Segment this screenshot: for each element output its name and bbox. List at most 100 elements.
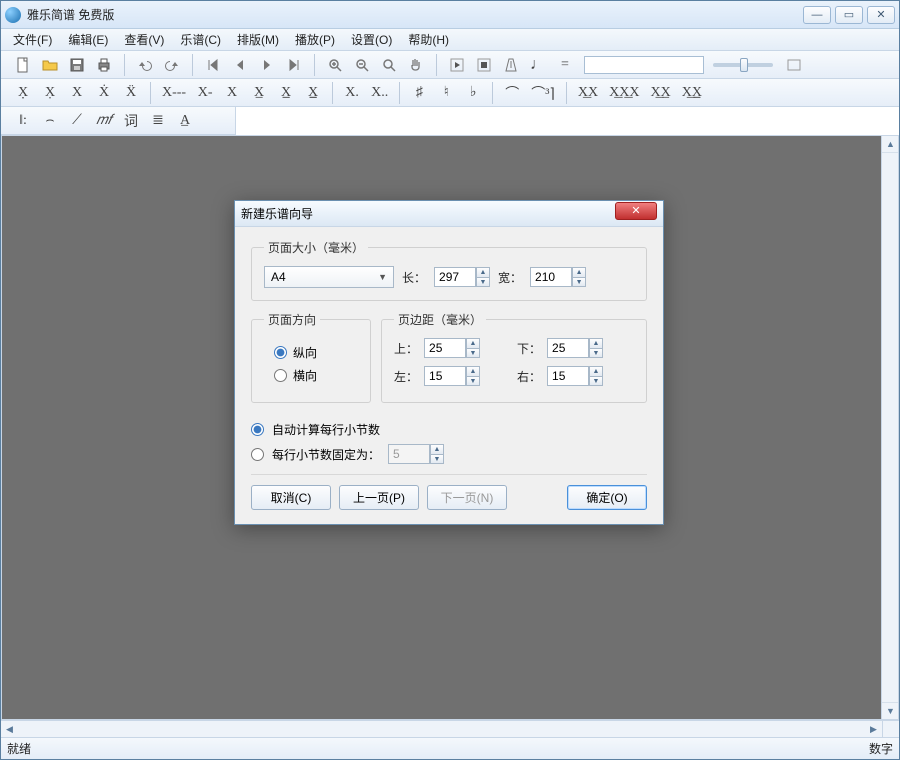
- nav-next-button[interactable]: [255, 54, 279, 76]
- print-button[interactable]: [92, 54, 116, 76]
- spin-down-icon[interactable]: ▼: [430, 454, 444, 464]
- note-tool-0[interactable]: X̣̣: [11, 82, 35, 104]
- margin-top-input[interactable]: [424, 338, 466, 358]
- note-tool-15[interactable]: ♭: [461, 82, 485, 104]
- metronome-button[interactable]: [499, 54, 523, 76]
- extra-tool-1[interactable]: ⌢: [38, 110, 62, 132]
- extra-tool-3[interactable]: 𝑚𝑓: [92, 110, 116, 132]
- note-tool-1[interactable]: X̣: [38, 82, 62, 104]
- nav-last-button[interactable]: [282, 54, 306, 76]
- pan-button[interactable]: [404, 54, 428, 76]
- undo-button[interactable]: [133, 54, 157, 76]
- margin-right-spinner[interactable]: ▲▼: [547, 366, 634, 386]
- spin-up-icon[interactable]: ▲: [466, 366, 480, 376]
- titlebar[interactable]: 雅乐简谱 免费版 — ▭ ✕: [1, 1, 899, 29]
- length-input[interactable]: [434, 267, 476, 287]
- spin-up-icon[interactable]: ▲: [430, 444, 444, 454]
- note-tool-11[interactable]: X.: [340, 82, 364, 104]
- landscape-radio-input[interactable]: [274, 369, 287, 382]
- extra-tool-5[interactable]: ≣: [146, 110, 170, 132]
- zoom-in-button[interactable]: [323, 54, 347, 76]
- extra-tool-4[interactable]: 词: [119, 110, 143, 132]
- extra-tool-2[interactable]: ⟋: [65, 110, 89, 132]
- scroll-left-icon[interactable]: ◀: [1, 721, 18, 738]
- margin-left-spinner[interactable]: ▲▼: [424, 366, 511, 386]
- open-file-button[interactable]: [38, 54, 62, 76]
- dialog-close-button[interactable]: ✕: [615, 202, 657, 220]
- note-tool-6[interactable]: X-: [193, 82, 217, 104]
- vertical-scrollbar[interactable]: ▲ ▼: [881, 136, 898, 719]
- bars-auto-input[interactable]: [251, 423, 264, 436]
- bars-auto-radio[interactable]: 自动计算每行小节数: [251, 421, 647, 438]
- menu-edit[interactable]: 编辑(E): [60, 29, 116, 50]
- spin-up-icon[interactable]: ▲: [589, 366, 603, 376]
- bars-fixed-spinner[interactable]: ▲▼: [388, 444, 444, 464]
- volume-button[interactable]: [782, 54, 806, 76]
- note-tool-16[interactable]: ⌒: [500, 82, 524, 104]
- note-tool-20[interactable]: X͟X̲: [646, 82, 674, 104]
- scroll-down-icon[interactable]: ▼: [882, 702, 899, 719]
- paper-size-select[interactable]: A4 ▼: [264, 266, 394, 288]
- scroll-right-icon[interactable]: ▶: [865, 721, 882, 738]
- menu-play[interactable]: 播放(P): [287, 29, 343, 50]
- margin-bottom-input[interactable]: [547, 338, 589, 358]
- margin-bottom-spinner[interactable]: ▲▼: [547, 338, 634, 358]
- menu-settings[interactable]: 设置(O): [343, 29, 400, 50]
- save-file-button[interactable]: [65, 54, 89, 76]
- zoom-fit-button[interactable]: [377, 54, 401, 76]
- menu-layout[interactable]: 排版(M): [229, 29, 287, 50]
- note-tool-5[interactable]: X---: [158, 82, 190, 104]
- note-tool-14[interactable]: ♮: [434, 82, 458, 104]
- note-tool-19[interactable]: X͟X͟X: [605, 82, 643, 104]
- note-tool-18[interactable]: X͟X: [574, 82, 602, 104]
- cancel-button[interactable]: 取消(C): [251, 485, 331, 510]
- horizontal-scrollbar[interactable]: ◀ ▶: [1, 720, 899, 737]
- margin-right-input[interactable]: [547, 366, 589, 386]
- note-tool-7[interactable]: X: [220, 82, 244, 104]
- prev-page-button[interactable]: 上一页(P): [339, 485, 419, 510]
- bars-fixed-input[interactable]: [251, 448, 264, 461]
- margin-top-spinner[interactable]: ▲▼: [424, 338, 511, 358]
- maximize-button[interactable]: ▭: [835, 6, 863, 24]
- nav-prev-button[interactable]: [228, 54, 252, 76]
- new-file-button[interactable]: [11, 54, 35, 76]
- note-tool-9[interactable]: X̲̲: [274, 82, 298, 104]
- orientation-landscape-radio[interactable]: 横向: [274, 367, 358, 384]
- bars-fixed-radio[interactable]: 每行小节数固定为： ▲▼: [251, 444, 647, 464]
- spin-up-icon[interactable]: ▲: [572, 267, 586, 277]
- spin-down-icon[interactable]: ▼: [466, 376, 480, 386]
- menu-help[interactable]: 帮助(H): [400, 29, 457, 50]
- width-input[interactable]: [530, 267, 572, 287]
- note-tool-2[interactable]: X: [65, 82, 89, 104]
- menu-score[interactable]: 乐谱(C): [172, 29, 229, 50]
- spin-down-icon[interactable]: ▼: [572, 277, 586, 287]
- note-tool-21[interactable]: X͟X̲̲: [678, 82, 706, 104]
- spin-down-icon[interactable]: ▼: [466, 348, 480, 358]
- note-tool-4[interactable]: Ẍ: [119, 82, 143, 104]
- ok-button[interactable]: 确定(O): [567, 485, 647, 510]
- note-tool-3[interactable]: Ẋ: [92, 82, 116, 104]
- redo-button[interactable]: [160, 54, 184, 76]
- spin-up-icon[interactable]: ▲: [589, 338, 603, 348]
- margin-left-input[interactable]: [424, 366, 466, 386]
- slider-thumb-icon[interactable]: [740, 58, 748, 72]
- play-button[interactable]: [445, 54, 469, 76]
- width-spinner[interactable]: ▲▼: [530, 267, 586, 287]
- menu-view[interactable]: 查看(V): [116, 29, 172, 50]
- minimize-button[interactable]: —: [803, 6, 831, 24]
- note-tool-12[interactable]: X..: [367, 82, 392, 104]
- note-tool-8[interactable]: X̲: [247, 82, 271, 104]
- extra-tool-6[interactable]: A̲: [173, 110, 197, 132]
- scroll-up-icon[interactable]: ▲: [882, 136, 899, 153]
- spin-down-icon[interactable]: ▼: [476, 277, 490, 287]
- spin-down-icon[interactable]: ▼: [589, 376, 603, 386]
- portrait-radio-input[interactable]: [274, 346, 287, 359]
- tempo-input[interactable]: [584, 56, 704, 74]
- orientation-portrait-radio[interactable]: 纵向: [274, 344, 358, 361]
- length-spinner[interactable]: ▲▼: [434, 267, 490, 287]
- spin-up-icon[interactable]: ▲: [476, 267, 490, 277]
- tempo-slider[interactable]: [713, 63, 773, 67]
- nav-first-button[interactable]: [201, 54, 225, 76]
- note-tool-10[interactable]: X̲̲̲: [301, 82, 325, 104]
- note-tool-17[interactable]: ⌒³⌉: [527, 82, 559, 104]
